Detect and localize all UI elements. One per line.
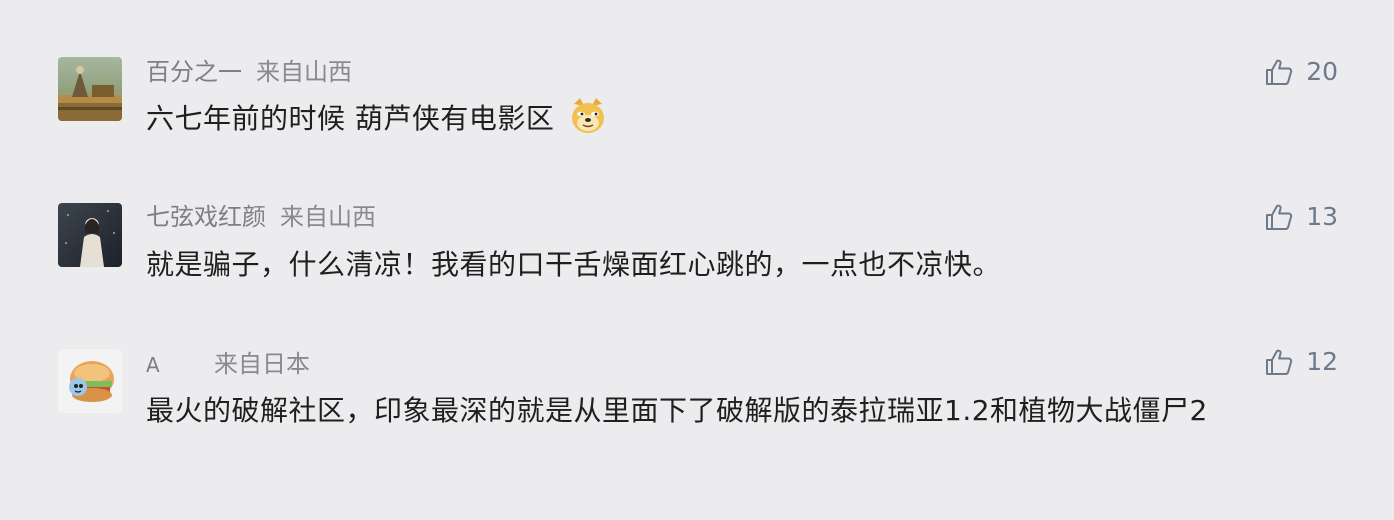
location-label: 来自日本 (214, 350, 310, 378)
avatar-image (58, 349, 122, 413)
username[interactable]: A (146, 350, 200, 380)
like-count: 12 (1306, 347, 1338, 376)
comment-content: 最火的破解社区，印象最深的就是从里面下了破解版的泰拉瑞亚1.2和植物大战僵尸2 (146, 394, 1208, 427)
comment-item: A 来自日本 最火的破解社区，印象最深的就是从里面下了破解版的泰拉瑞亚1.2和植物… (0, 0, 1394, 520)
like-button[interactable]: 12 (1264, 347, 1338, 377)
thumbs-up-icon (1266, 349, 1293, 375)
comment-meta: A 来自日本 (146, 349, 310, 380)
comment-text: 最火的破解社区，印象最深的就是从里面下了破解版的泰拉瑞亚1.2和植物大战僵尸2 (146, 388, 1326, 433)
avatar[interactable] (58, 349, 122, 413)
